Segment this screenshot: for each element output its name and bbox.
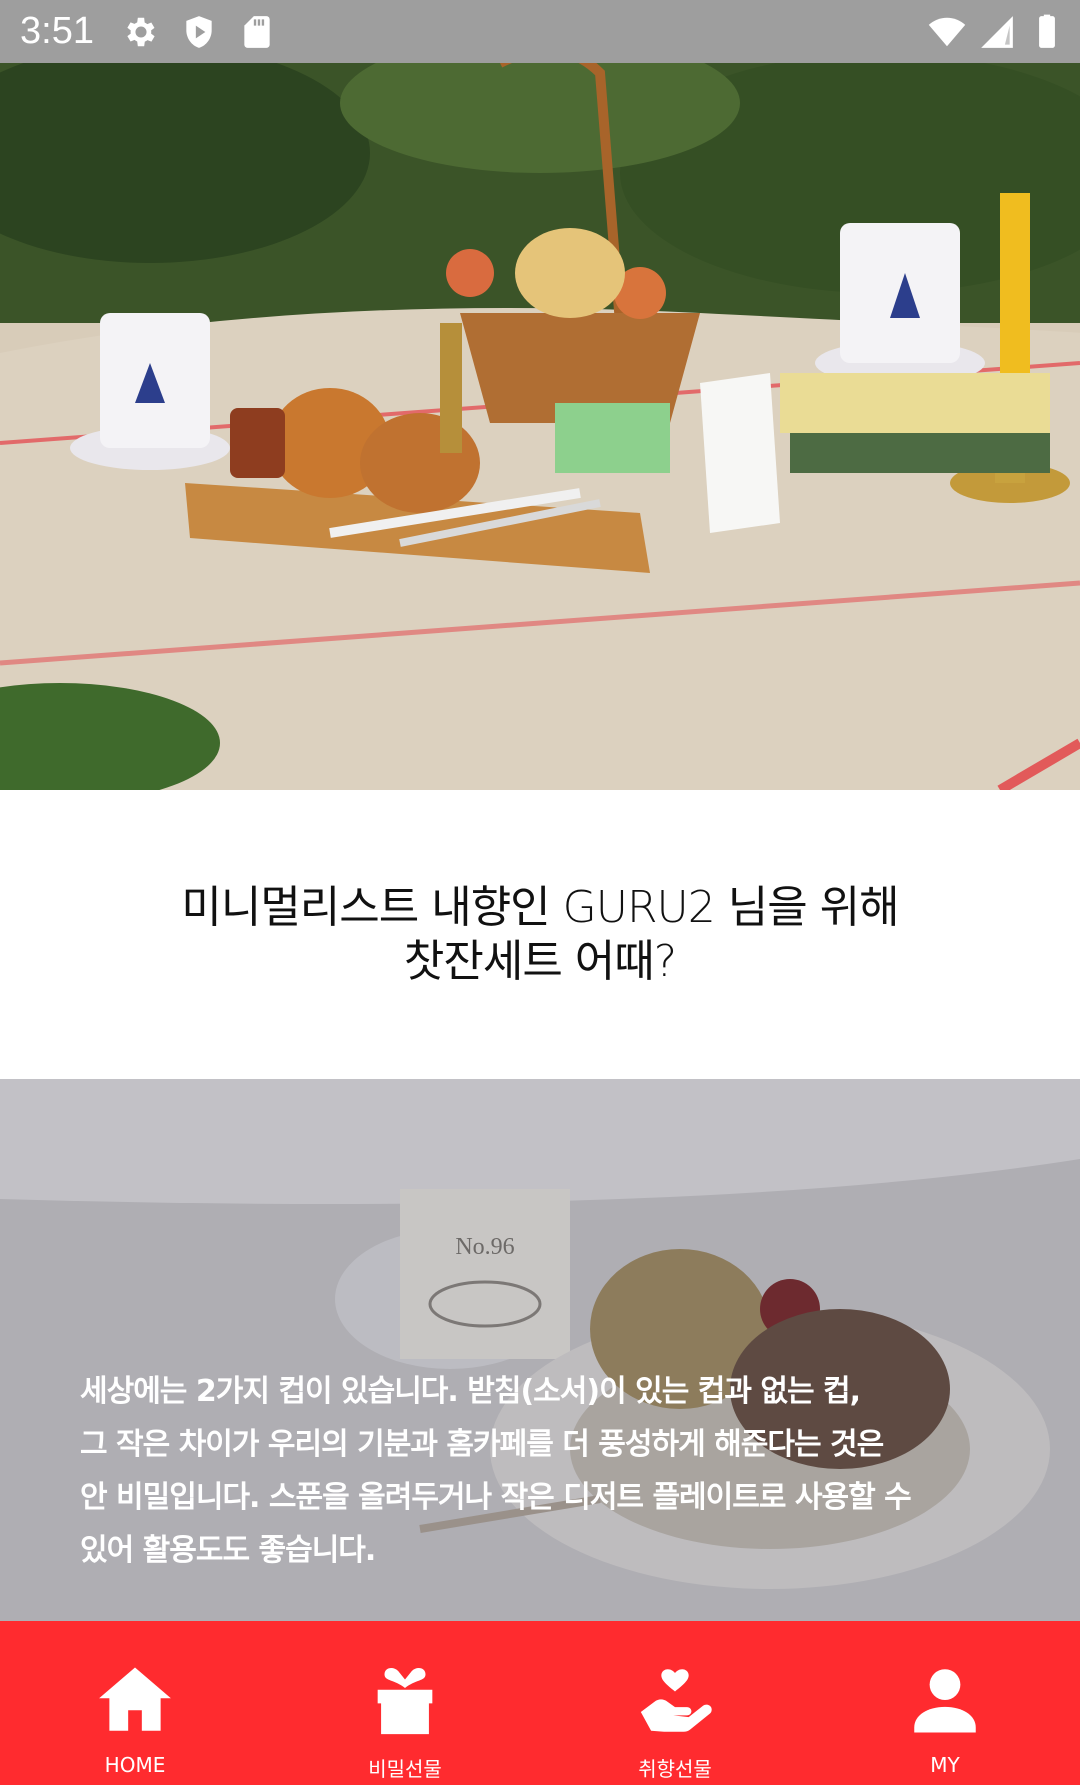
nav-label-taste-gift: 취향선물	[638, 1757, 712, 1781]
product-description: 세상에는 2가지 컵이 있습니다. 받침(소서)이 있는 컵과 없는 컵, 그 …	[80, 1365, 1000, 1577]
caption-text: 미니멀리스트 내향인 GURU2 님을 위해 찻잔세트 어때?	[181, 881, 899, 989]
nav-item-home[interactable]: HOME	[0, 1621, 270, 1785]
caption-line-1: 미니멀리스트 내향인 GURU2 님을 위해	[181, 881, 899, 933]
nav-label-my: MY	[930, 1753, 960, 1777]
play-protect-icon	[186, 16, 212, 48]
nav-label-secret-gift: 비밀선물	[368, 1757, 442, 1781]
person-icon	[914, 1669, 976, 1733]
description-line-4: 있어 활용도도 좋습니다.	[80, 1533, 376, 1568]
status-icons-right	[928, 13, 1066, 51]
status-bar: 3:51	[0, 0, 1080, 63]
nav-label-home: HOME	[104, 1753, 166, 1777]
status-icons-left	[122, 13, 276, 51]
bottom-navigation: HOME 비밀선물 취향선물 MY	[0, 1621, 1080, 1785]
description-line-2: 그 작은 차이가 우리의 기분과 홈카페를 더 풍성하게 해준다는 것은	[80, 1427, 884, 1462]
cell-signal-icon	[981, 16, 1013, 48]
sd-card-icon	[244, 16, 270, 48]
status-time: 3:51	[20, 10, 94, 52]
recommendation-caption: 미니멀리스트 내향인 GURU2 님을 위해 찻잔세트 어때?	[0, 790, 1080, 1079]
svg-text:No.96: No.96	[455, 1234, 514, 1260]
picnic-photo	[0, 63, 1080, 790]
caption-line-2: 찻잔세트 어때?	[403, 935, 677, 987]
description-line-3: 안 비밀입니다. 스푼을 올려두거나 작은 디저트 플레이트로 사용할 수	[80, 1480, 912, 1515]
nav-item-taste-gift[interactable]: 취향선물	[540, 1621, 810, 1785]
nav-item-secret-gift[interactable]: 비밀선물	[270, 1621, 540, 1785]
nav-item-my[interactable]: MY	[810, 1621, 1080, 1785]
hero-image	[0, 63, 1080, 790]
settings-icon	[127, 17, 155, 47]
home-icon	[99, 1667, 171, 1731]
battery-icon	[1039, 14, 1055, 48]
product-detail-section: No.96 세상에는 2가지 컵이 있습니다. 받침(소서)이 있는 컵과 없는…	[0, 1079, 1080, 1621]
wifi-icon	[928, 17, 966, 47]
description-line-1: 세상에는 2가지 컵이 있습니다. 받침(소서)이 있는 컵과 없는 컵,	[80, 1374, 861, 1409]
hand-heart-icon	[640, 1669, 712, 1732]
gift-icon	[377, 1667, 433, 1735]
